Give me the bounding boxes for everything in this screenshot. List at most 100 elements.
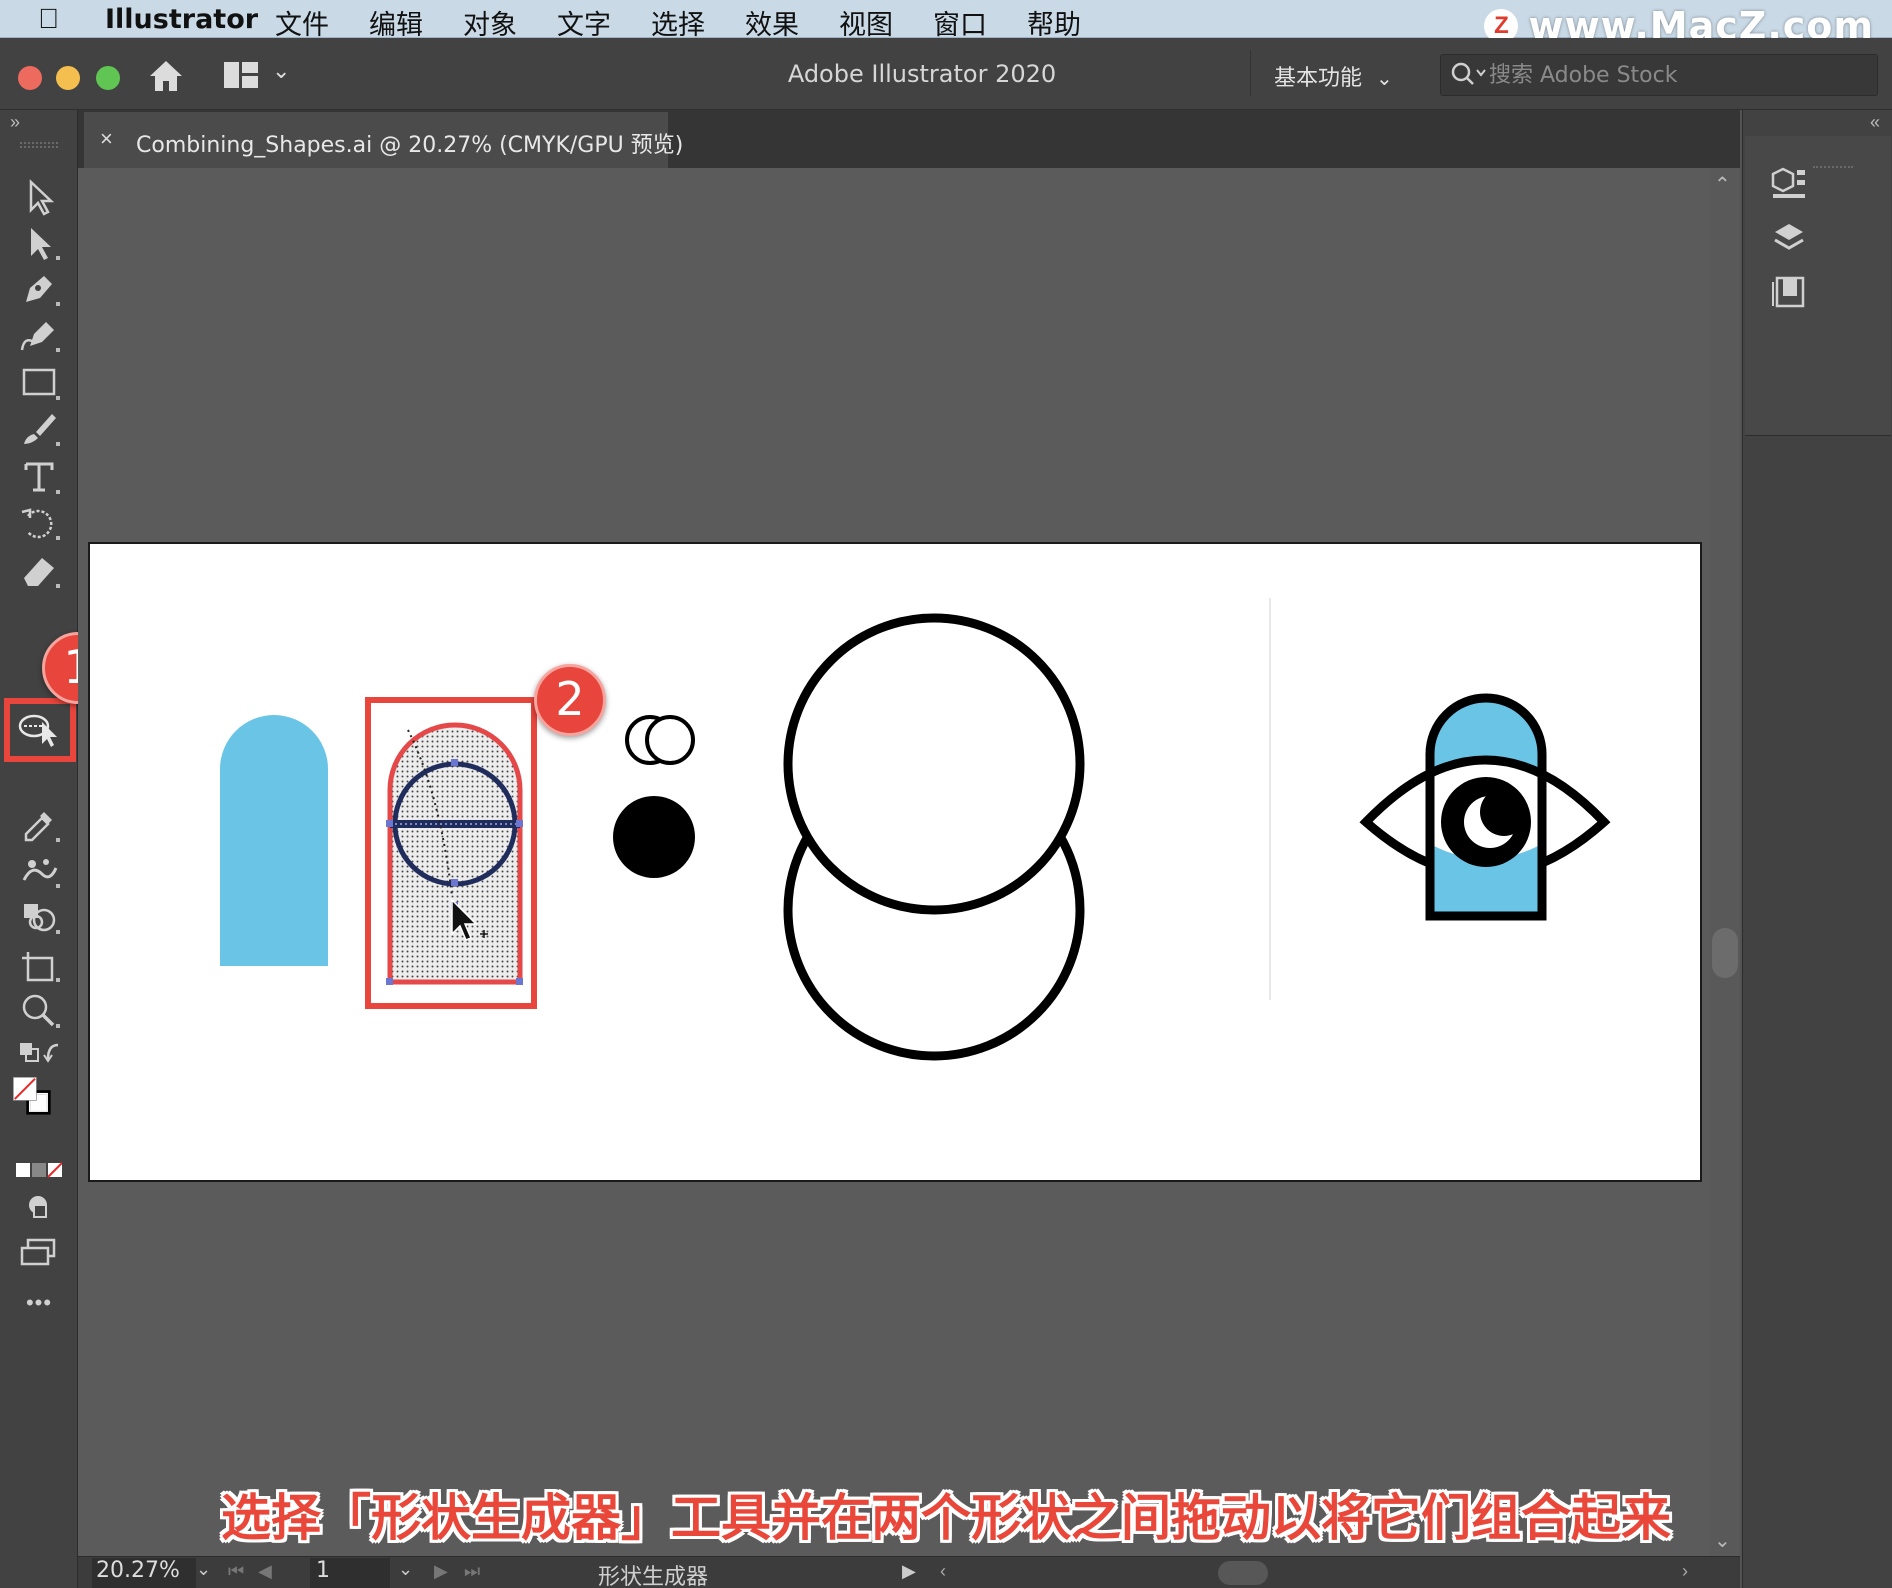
menu-window[interactable]: 窗口 [933,3,987,42]
close-window-button[interactable] [18,66,42,90]
screen-mode[interactable] [16,1230,62,1266]
adobe-stock-search[interactable] [1440,54,1878,96]
eyedropper-icon [24,812,60,842]
horizontal-scroll-thumb[interactable] [1218,1561,1268,1585]
zoom-tool[interactable] [16,990,62,1032]
minimize-window-button[interactable] [56,66,80,90]
status-menu-arrow-icon[interactable]: ▶ [902,1561,916,1582]
layers-icon[interactable] [1767,218,1811,258]
zoom-icon [22,994,60,1028]
menu-type[interactable]: 文字 [557,3,611,42]
current-tool-status[interactable]: 形状生成器 [598,1559,708,1588]
last-artboard-icon[interactable]: ⏭ [464,1561,480,1582]
zoom-window-button[interactable] [96,66,120,90]
eraser-tool[interactable] [16,550,62,592]
artboard[interactable] [88,542,1702,1182]
panel-grip[interactable] [20,142,58,148]
eyedropper-tool[interactable] [16,804,62,846]
menu-view[interactable]: 视图 [839,3,893,42]
collapse-panel-icon[interactable]: » [10,112,20,133]
menu-effect[interactable]: 效果 [745,3,799,42]
live-paint-tool[interactable] [16,896,62,938]
rectangle-icon [22,368,60,400]
mac-menu-bar:  Illustrator 文件 编辑 对象 文字 选择 效果 视图 窗口 帮助… [0,0,1892,48]
rectangle-tool[interactable] [16,362,62,404]
eraser-icon [24,558,60,588]
document-tab-title: Combining_Shapes.ai @ 20.27% (CMYK/GPU 预… [136,133,684,158]
document-tab-bar: × Combining_Shapes.ai @ 20.27% (CMYK/GPU… [78,110,1740,168]
panel-grip[interactable] [1813,166,1853,172]
app-menu-name[interactable]: Illustrator [105,4,258,35]
menu-help[interactable]: 帮助 [1027,3,1081,42]
first-artboard-icon[interactable]: ⏮ [228,1561,244,1582]
arrange-documents-icon[interactable] [224,62,258,88]
right-panel-dock: « [1742,110,1892,1588]
app-title: Adobe Illustrator 2020 [787,60,1057,88]
screen-mode-icon [20,1238,56,1266]
scroll-right-icon[interactable]: › [1682,1561,1688,1582]
solid-black-circle [613,796,695,878]
color-mode-buttons[interactable] [16,1150,63,1178]
paintbrush-tool[interactable] [16,408,62,450]
rotate-icon [21,508,60,540]
puppet-warp-icon [22,859,60,888]
curvature-tool[interactable] [16,314,62,356]
selection-arrow-icon [29,179,55,216]
vertical-scrollbar[interactable]: ⌃ ⌄ [1710,168,1740,1556]
status-bar: 20.27% ⌄ ⏮ ◀ 1 ⌄ ▶ ⏭ 形状生成器 ▶ ‹ › [78,1556,1740,1588]
curvature-pen-icon [20,322,60,352]
pen-tool[interactable] [16,268,62,310]
type-tool[interactable] [16,456,62,498]
rotate-tool[interactable] [16,502,62,544]
artboards-panel-icon[interactable] [1767,272,1811,312]
swap-fill-stroke-icon [20,1043,59,1063]
next-artboard-icon[interactable]: ▶ [434,1561,448,1582]
blue-arch-shape [220,715,328,966]
search-icon[interactable] [1449,60,1489,90]
zoom-level-field[interactable]: 20.27% [92,1558,196,1588]
scroll-left-icon[interactable]: ‹ [940,1561,946,1582]
canvas[interactable] [78,168,1740,1556]
type-icon [24,462,60,494]
shape-builder-highlight [4,698,76,762]
edit-toolbar-button[interactable]: ••• [16,1290,62,1318]
scroll-thumb[interactable] [1712,928,1738,978]
shape-builder-selection [386,722,523,985]
menu-file[interactable]: 文件 [275,3,329,42]
selection-tool[interactable] [16,176,62,218]
tools-panel: » ••• [0,110,78,1588]
document-tab[interactable]: × Combining_Shapes.ai @ 20.27% (CMYK/GPU… [84,112,683,168]
drawing-modes[interactable] [16,1186,62,1218]
close-tab-icon[interactable]: × [100,126,113,152]
libraries-icon[interactable] [1767,164,1811,204]
swap-fill-stroke[interactable] [16,1032,62,1068]
shapes-icon [24,904,60,934]
panel-icons-group [1745,136,1891,436]
workspace-switcher[interactable]: 基本功能 ⌄ [1274,60,1393,92]
artwork[interactable] [90,544,1704,1184]
workspace-label: 基本功能 [1274,66,1363,91]
chevron-down-icon[interactable]: ⌄ [272,58,290,84]
draw-mode-icon [29,1196,47,1218]
large-circle-top [783,613,1085,915]
artboard-number-field[interactable]: 1 [310,1558,390,1588]
fill-stroke-swatches[interactable] [8,1076,64,1138]
previous-artboard-icon[interactable]: ◀ [258,1561,272,1582]
menu-select[interactable]: 选择 [651,3,705,42]
collapse-panel-icon[interactable]: « [1870,112,1880,133]
direct-selection-tool[interactable] [16,222,62,264]
home-icon[interactable] [146,56,186,96]
scroll-up-icon[interactable]: ⌃ [1714,172,1731,197]
chevron-down-icon[interactable]: ⌄ [398,1559,413,1580]
eye-icon-artwork [1359,693,1611,921]
menu-object[interactable]: 对象 [463,3,517,42]
app-title-bar: ⌄ Adobe Illustrator 2020 基本功能 ⌄ [0,38,1892,110]
divider [1250,50,1251,96]
chevron-down-icon: ⌄ [1376,66,1393,90]
chevron-down-icon[interactable]: ⌄ [196,1559,211,1580]
puppet-warp-tool[interactable] [16,850,62,892]
search-input[interactable] [1489,59,1859,91]
artboard-tool[interactable] [16,944,62,986]
menu-edit[interactable]: 编辑 [369,3,423,42]
apple-icon[interactable]:  [38,3,59,35]
